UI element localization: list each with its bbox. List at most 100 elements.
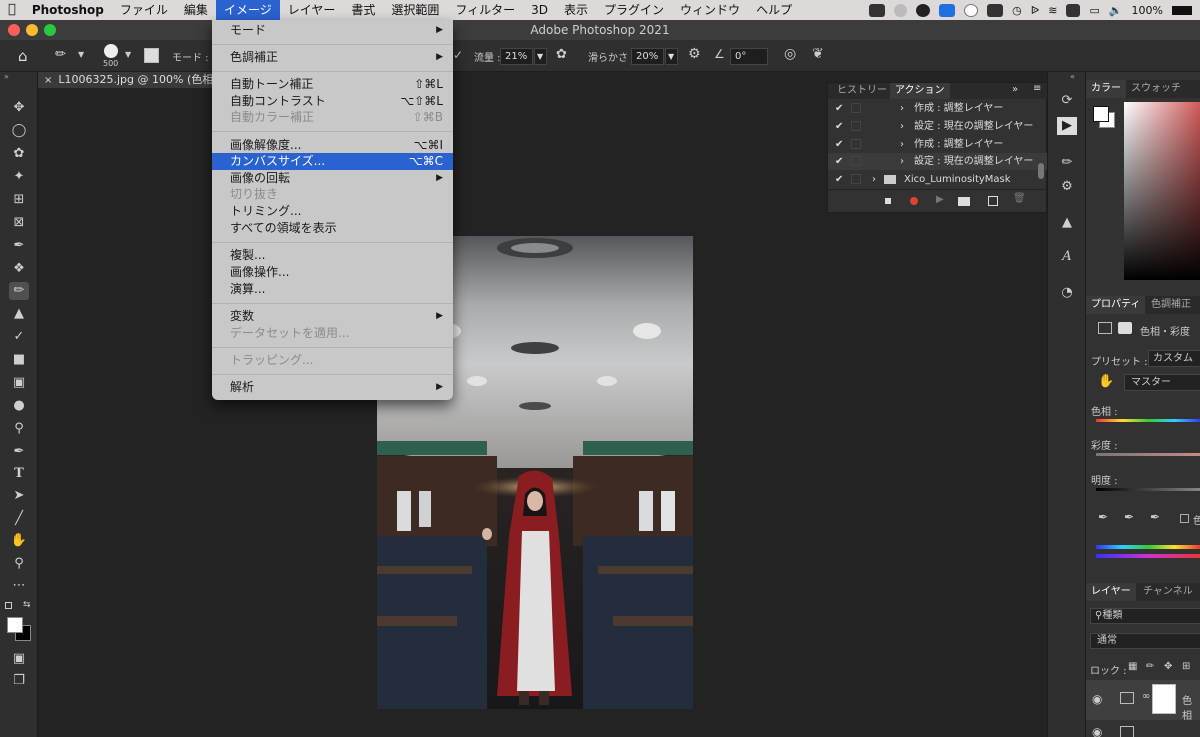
blend-mode-dropdown[interactable]: 通常 [1090,633,1200,649]
tray-app-icon-2[interactable] [894,3,908,17]
airplay-icon[interactable]: ▭ [1089,4,1099,17]
marquee-tool-icon[interactable]: ◯ [9,122,29,140]
action-step-row[interactable]: ✔ › 設定 : 現在の調整レイヤー [828,153,1048,170]
expand-panel-icon[interactable]: » [1012,84,1018,95]
eyedropper-plus-icon[interactable]: ✒ [1124,510,1134,524]
foreground-color-swatch[interactable] [1093,106,1109,122]
lasso-tool-icon[interactable]: ✿ [9,145,29,163]
dialog-toggle-box[interactable] [851,121,861,131]
stop-button[interactable] [885,198,891,204]
move-tool-icon[interactable]: ✥ [9,99,29,117]
layer-mask-thumbnail[interactable] [1152,684,1176,714]
swap-colors-icon[interactable]: ⇆ [23,600,31,610]
tab-channels[interactable]: チャンネル [1138,583,1198,601]
menu-item-image-rotation[interactable]: 画像の回転 ▶ [212,170,453,187]
volume-icon[interactable]: 🔉 [1109,4,1123,17]
chevron-right-icon[interactable]: › [872,171,876,188]
dialog-toggle-box[interactable] [851,103,861,113]
spot-healing-tool-icon[interactable]: ❖ [9,260,29,278]
menu-edit[interactable]: 編集 [176,0,216,20]
play-button[interactable]: ▶ [936,194,944,205]
glyphs-panel-icon[interactable]: A [1057,248,1077,266]
brushes-panel-icon[interactable]: ✏ [1057,154,1077,172]
more-tools-icon[interactable]: ⋯ [9,577,29,595]
home-icon[interactable]: ⌂ [18,47,28,65]
dodge-tool-icon[interactable]: ⚲ [9,420,29,438]
battery-icon[interactable] [1172,5,1192,15]
visibility-eye-icon[interactable]: ◉ [1092,725,1102,737]
app-menu-photoshop[interactable]: Photoshop [24,0,112,20]
default-colors-icon[interactable] [5,602,12,609]
line-tool-icon[interactable]: ╱ [9,510,29,528]
close-window-button[interactable] [8,24,20,36]
tab-color[interactable]: カラー [1086,80,1126,98]
menu-item-trim[interactable]: トリミング... [212,203,453,220]
eyedropper-icon[interactable]: ✒ [1098,510,1108,524]
eyedropper-tool-icon[interactable]: ✒ [9,237,29,255]
menu-item-reveal-all[interactable]: すべての領域を表示 [212,220,453,237]
action-step-row[interactable]: ✔ › 設定 : 現在の調整レイヤー [828,118,1048,135]
new-set-folder-icon[interactable] [958,197,970,206]
smoothing-dropdown-button[interactable]: ▼ [665,48,678,65]
smoothing-input[interactable]: 20% [631,48,664,65]
tab-properties[interactable]: プロパティ [1086,296,1146,314]
lock-artboard-icon[interactable]: ⊞ [1182,661,1190,672]
menu-select[interactable]: 選択範囲 [383,0,447,20]
tab-adjustments[interactable]: 色調補正 [1146,296,1196,314]
menu-type[interactable]: 書式 [343,0,383,20]
action-step-row[interactable]: ✔ › 作成 : 調整レイヤー [828,136,1048,153]
menu-file[interactable]: ファイル [112,0,176,20]
screen-mode-icon[interactable]: ❐ [9,672,29,690]
tab-swatches[interactable]: スウォッチ [1126,80,1186,98]
actions-panel-icon[interactable]: ▶ [1057,117,1077,135]
flow-dropdown-button[interactable]: ▼ [534,48,547,65]
lock-position-icon[interactable]: ✥ [1164,661,1172,672]
menu-image[interactable]: イメージ [215,0,280,20]
lock-pixels-icon[interactable]: ✏ [1146,661,1154,672]
action-step-row[interactable]: ✔ › 作成 : 調整レイヤー [828,100,1048,117]
channel-dropdown[interactable]: マスター [1124,374,1200,391]
lock-transparent-icon[interactable]: ▦ [1128,661,1137,672]
menu-item-mode[interactable]: モード ▶ [212,22,453,39]
quick-mask-icon[interactable]: ▣ [9,650,29,668]
tray-app-icon[interactable] [869,3,886,17]
menu-item-image-size[interactable]: 画像解像度... ⌥⌘I [212,137,453,154]
chevron-right-icon[interactable]: › [900,100,904,117]
quick-select-tool-icon[interactable]: ✦ [9,168,29,186]
menu-item-analysis[interactable]: 解析 ▶ [212,379,453,396]
dialog-toggle-box[interactable] [851,174,861,184]
angle-input[interactable]: 0° [730,48,768,65]
chevron-down-icon[interactable]: ▼ [125,50,131,59]
crop-tool-icon[interactable]: ⊞ [9,191,29,209]
chevron-right-icon[interactable]: › [900,136,904,153]
document-tab[interactable]: × L1006325.jpg @ 100% (色相・ [38,72,218,88]
brush-preset-icon[interactable] [104,44,118,58]
toggle-check-icon[interactable]: ✔ [835,118,843,135]
adjustments-panel-icon[interactable]: ◔ [1057,284,1077,302]
gradient-tool-icon[interactable]: ▣ [9,374,29,392]
menu-item-calculations[interactable]: 演算... [212,281,453,298]
airbrush-icon[interactable]: ✓ [453,48,463,62]
menu-view[interactable]: 表示 [556,0,596,20]
toggle-check-icon[interactable]: ✔ [835,100,843,117]
close-icon[interactable]: × [44,75,52,86]
brush-settings-icon[interactable] [144,48,159,63]
zoom-window-button[interactable] [44,24,56,36]
clone-stamp-tool-icon[interactable]: ▲ [9,305,29,323]
tray-app-icon-4[interactable] [987,3,1004,17]
mask-icon[interactable] [1118,322,1132,334]
menu-help[interactable]: ヘルプ [748,0,800,20]
record-button[interactable] [910,197,918,205]
hue-slider-track[interactable] [1096,419,1200,422]
history-brush-tool-icon[interactable]: ✓ [9,328,29,346]
toggle-check-icon[interactable]: ✔ [835,136,843,153]
chevron-right-icon[interactable]: › [900,153,904,170]
tab-actions[interactable]: アクション [890,83,950,99]
path-select-tool-icon[interactable]: ➤ [9,487,29,505]
wifi-icon[interactable]: ≋ [1048,4,1057,17]
adjustment-layer-icon[interactable] [1098,322,1112,334]
action-set-row[interactable]: ✔ › Xico_LuminosityMask [828,171,1048,188]
link-icon[interactable]: ∞ [1142,691,1150,702]
brush-tool-icon[interactable]: ✏ [55,47,66,62]
menu-layer[interactable]: レイヤー [280,0,344,20]
